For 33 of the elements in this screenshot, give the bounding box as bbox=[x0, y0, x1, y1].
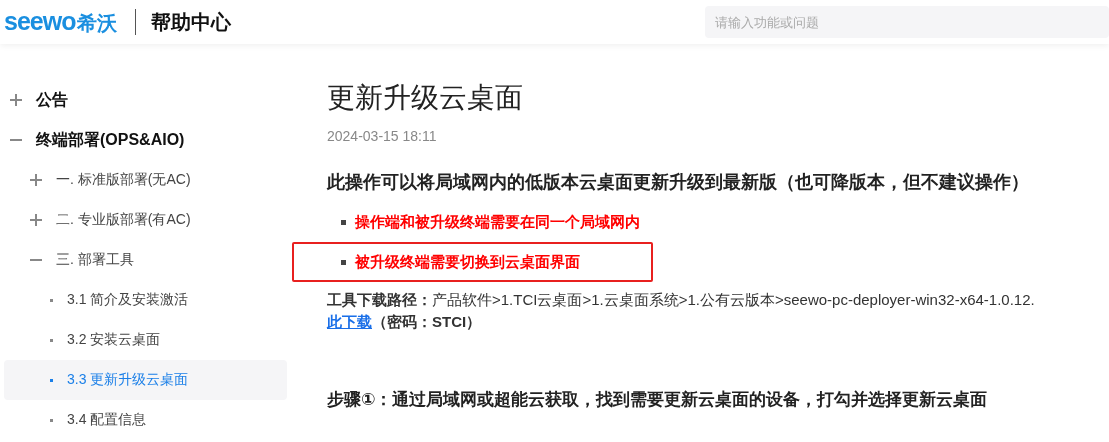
bullet-icon bbox=[50, 378, 53, 382]
nav-item[interactable]: 3.2 安装云桌面 bbox=[67, 331, 161, 349]
nav-item[interactable]: 终端部署(OPS&AIO) bbox=[36, 129, 185, 151]
nav-item[interactable]: 二. 专业版部署(有AC) bbox=[56, 211, 191, 229]
bullet-text: 被升级终端需要切换到云桌面界面 bbox=[355, 252, 580, 272]
logo-text: seewo bbox=[4, 7, 76, 36]
article-title: 更新升级云桌面 bbox=[327, 81, 524, 115]
nav-item[interactable]: 3.4 配置信息 bbox=[67, 411, 147, 429]
logo-text: 希沃 bbox=[77, 11, 118, 36]
nav-item[interactable]: 3.1 简介及安装激活 bbox=[67, 291, 189, 309]
plus-icon[interactable] bbox=[30, 174, 42, 186]
nav-item[interactable]: 三. 部署工具 bbox=[56, 251, 134, 269]
nav-item[interactable]: 公告 bbox=[36, 89, 68, 111]
bullet-text: 操作端和被升级终端需要在同一个局域网内 bbox=[355, 212, 640, 232]
intro-text: 此操作可以将局域网内的低版本云桌面更新升级到最新版（也可降版本，但不建议操作） bbox=[327, 171, 1030, 194]
bullet-icon bbox=[50, 418, 53, 422]
nav-item[interactable]: 一. 标准版部署(无AC) bbox=[56, 171, 191, 189]
download-link[interactable]: 此下载 bbox=[327, 313, 372, 332]
bullet-icon bbox=[50, 298, 53, 302]
nav-item[interactable]: 3.3 更新升级云桌面 bbox=[67, 371, 189, 389]
plus-icon[interactable] bbox=[10, 94, 22, 106]
plus-icon[interactable] bbox=[30, 214, 42, 226]
article-date: 2024-03-15 18:11 bbox=[327, 128, 438, 144]
bullet-icon bbox=[50, 338, 53, 342]
path-label: 工具下载路径： bbox=[327, 291, 432, 310]
selected-nav-item[interactable]: 3.3 更新升级云桌面 bbox=[4, 360, 287, 400]
download-path: 产品软件>1.TCI云桌面>1.云桌面系统>1.公有云版本>seewo-pc-deployer-win32-x64-1.0.12. bbox=[432, 291, 1035, 310]
search-field[interactable]: 请输入功能或问题 bbox=[705, 6, 1109, 38]
password-text: （密码：STCI） bbox=[372, 313, 482, 332]
step-text: 步骤①：通过局域网或超能云获取，找到需要更新云桌面的设备，打勾并选择更新云桌面 bbox=[327, 389, 989, 411]
site-title: 帮助中心 bbox=[151, 9, 232, 35]
bullet-icon bbox=[341, 219, 346, 225]
bullet-icon bbox=[341, 259, 346, 265]
